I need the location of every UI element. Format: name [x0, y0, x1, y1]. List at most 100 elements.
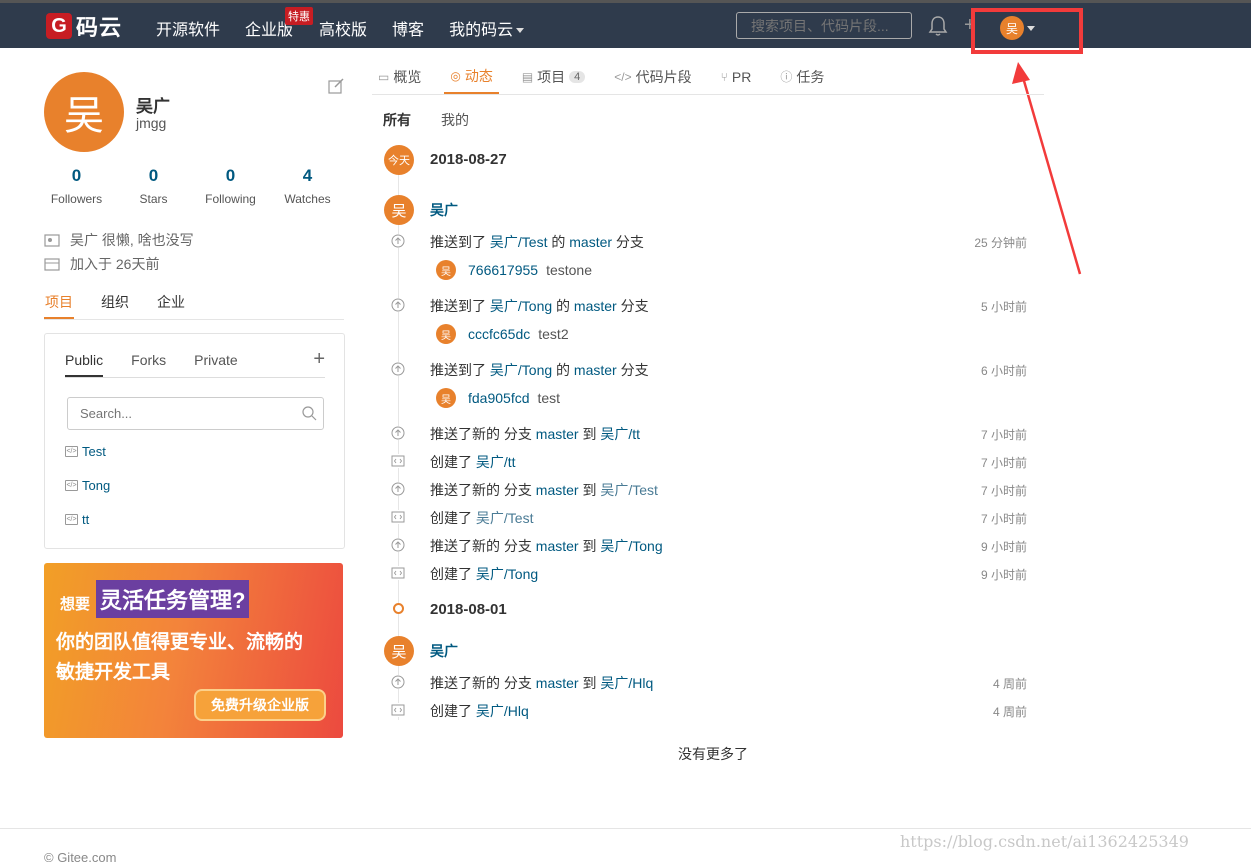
- nav-blog[interactable]: 博客: [392, 16, 424, 40]
- event-branch-link[interactable]: master: [536, 482, 579, 498]
- profile-name: 吴广: [136, 97, 170, 116]
- stat-watches-label: Watches: [284, 192, 331, 206]
- tab-organizations[interactable]: 组织: [100, 290, 130, 319]
- nav-enterprise[interactable]: 企业版 特惠: [245, 7, 314, 40]
- event-action: 创建了: [430, 454, 476, 470]
- event-repo-link[interactable]: 吴广/Test: [600, 482, 658, 498]
- date-heading: 2018-08-27: [430, 151, 507, 168]
- event-branch-link[interactable]: master: [574, 362, 617, 378]
- add-project-icon[interactable]: +: [313, 348, 325, 371]
- push-icon: [391, 426, 405, 440]
- tab-enterprises[interactable]: 企业: [156, 290, 186, 319]
- event-repo-link[interactable]: 吴广/Hlq: [600, 675, 653, 691]
- tab-overview[interactable]: ▭ 概览: [372, 62, 427, 94]
- activity-user-avatar[interactable]: 吴: [384, 195, 414, 225]
- event-time: 7 小时前: [980, 428, 1027, 442]
- tab-projects[interactable]: 项目: [44, 290, 74, 319]
- profile-joined: 加入于 26天前: [44, 254, 159, 274]
- footer-divider: [0, 828, 1251, 829]
- commit-author-avatar[interactable]: 吴: [436, 260, 456, 280]
- tab-forks[interactable]: Forks: [131, 352, 166, 377]
- event-action: 推送到了: [430, 362, 490, 378]
- event-text: 创建了 吴广/Hlq: [430, 701, 529, 721]
- event-branch-link[interactable]: master: [536, 538, 579, 554]
- tab-issues[interactable]: ⓘ 任务: [774, 62, 830, 94]
- event-repo-link[interactable]: 吴广/Tong: [476, 566, 538, 582]
- event-connector: 的: [552, 298, 574, 314]
- tab-snippets[interactable]: </> 代码片段: [608, 62, 697, 94]
- stat-following[interactable]: 0 Following: [192, 166, 269, 206]
- stat-followers-num: 0: [71, 166, 82, 185]
- bell-icon[interactable]: [928, 15, 948, 37]
- tab-private[interactable]: Private: [194, 352, 238, 377]
- event-branch-link[interactable]: master: [536, 675, 579, 691]
- event-repo-link[interactable]: 吴广/tt: [600, 426, 640, 442]
- nav-my-gitee[interactable]: 我的码云: [449, 16, 525, 40]
- promo-banner[interactable]: 想要 灵活任务管理? 你的团队值得更专业、流畅的 敏捷开发工具 免费升级企业版: [44, 563, 343, 738]
- event-time: 6 小时前: [980, 364, 1027, 378]
- project-search-input[interactable]: [67, 397, 324, 430]
- project-item-tong[interactable]: </> Tong: [65, 478, 110, 493]
- edit-icon[interactable]: [328, 78, 344, 94]
- commit-message: test2: [538, 326, 569, 342]
- tab-snippets-label: 代码片段: [635, 68, 692, 85]
- event-time: 7 小时前: [980, 484, 1027, 498]
- event-connector: 到: [578, 675, 601, 691]
- event-repo-link[interactable]: 吴广/Tong: [490, 362, 552, 378]
- project-item-label: Test: [82, 444, 106, 459]
- event-repo-link[interactable]: 吴广/Test: [476, 510, 534, 526]
- event-action: 推送了新的 分支: [430, 482, 536, 498]
- profile-avatar[interactable]: 吴: [44, 72, 124, 152]
- event-branch-link[interactable]: master: [536, 426, 579, 442]
- filter-all[interactable]: 所有: [383, 110, 411, 130]
- timeline-dot: [393, 603, 404, 614]
- event-action: 创建了: [430, 510, 476, 526]
- commit-sha-link[interactable]: cccfc65dc: [468, 326, 530, 342]
- event-repo-link[interactable]: 吴广/Tong: [490, 298, 552, 314]
- event-branch-link[interactable]: master: [574, 298, 617, 314]
- nav-university[interactable]: 高校版: [319, 16, 367, 40]
- gitee-logo[interactable]: G 码云: [46, 11, 122, 41]
- search-icon: [302, 406, 317, 421]
- filter-mine[interactable]: 我的: [441, 110, 469, 130]
- commit-sha-link[interactable]: fda905fcd: [468, 390, 530, 406]
- calendar-icon: [44, 258, 60, 271]
- tab-pr[interactable]: ⑂ PR: [715, 62, 758, 94]
- event-action: 创建了: [430, 566, 476, 582]
- tab-public[interactable]: Public: [65, 352, 104, 377]
- event-repo-link[interactable]: 吴广/tt: [476, 454, 516, 470]
- nav-open-source[interactable]: 开源软件: [156, 16, 220, 40]
- upgrade-button[interactable]: 免费升级企业版: [194, 689, 326, 721]
- event-time: 25 分钟前: [974, 236, 1027, 250]
- event-repo-link[interactable]: 吴广/Tong: [600, 538, 662, 554]
- stat-watches[interactable]: 4 Watches: [269, 166, 346, 206]
- stat-stars[interactable]: 0 Stars: [115, 166, 192, 206]
- event-repo-link[interactable]: 吴广/Hlq: [476, 703, 529, 719]
- stat-following-label: Following: [205, 192, 256, 206]
- repo-icon: </>: [65, 514, 78, 525]
- global-search-input[interactable]: [736, 12, 912, 39]
- commit-sha-link[interactable]: 766617955: [468, 262, 538, 278]
- repo-icon: </>: [65, 446, 78, 457]
- commit-author-avatar[interactable]: 吴: [436, 388, 456, 408]
- tab-activity[interactable]: ◎ 动态: [444, 62, 499, 94]
- event-suffix: 分支: [612, 234, 644, 250]
- event-repo-link[interactable]: 吴广/Test: [490, 234, 548, 250]
- profile-joined-text: 加入于 26天前: [70, 256, 160, 272]
- event-time: 4 周前: [992, 705, 1027, 719]
- event-action: 推送了新的 分支: [430, 675, 536, 691]
- watermark: https://blog.csdn.net/ai1362425349: [900, 832, 1189, 851]
- tab-projects-main[interactable]: ▤ 项目 4: [516, 62, 591, 94]
- activity-user-name[interactable]: 吴广: [430, 200, 458, 220]
- push-icon: [391, 362, 405, 376]
- event-connector: 到: [578, 538, 601, 554]
- project-item-tt[interactable]: </> tt: [65, 512, 89, 527]
- activity-user-avatar[interactable]: 吴: [384, 636, 414, 666]
- stat-stars-label: Stars: [139, 192, 168, 206]
- event-time: 9 小时前: [980, 540, 1027, 554]
- stat-followers[interactable]: 0 Followers: [38, 166, 115, 206]
- project-item-test[interactable]: </> Test: [65, 444, 106, 459]
- event-branch-link[interactable]: master: [569, 234, 612, 250]
- activity-user-name[interactable]: 吴广: [430, 641, 458, 661]
- commit-author-avatar[interactable]: 吴: [436, 324, 456, 344]
